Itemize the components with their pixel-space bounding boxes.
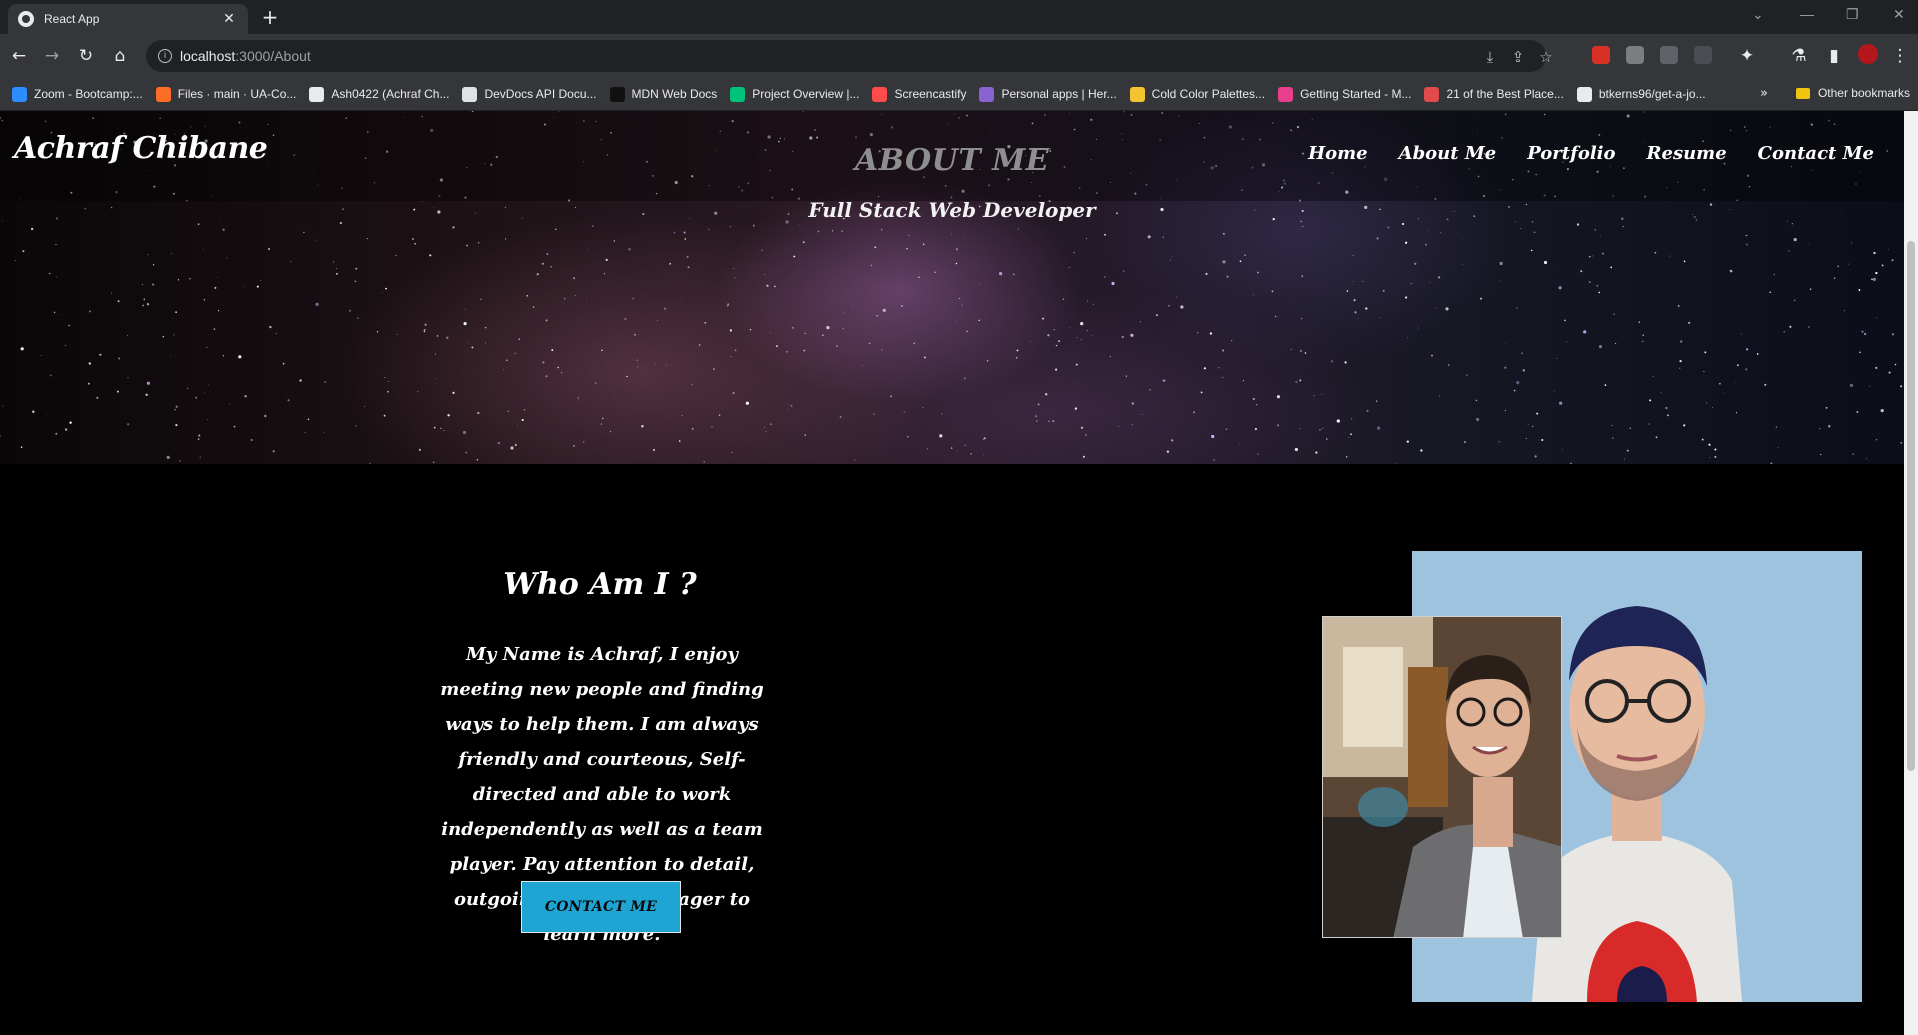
nav-link-about[interactable]: About Me — [1399, 143, 1497, 164]
scrollbar-thumb[interactable] — [1907, 241, 1915, 771]
bookmark-favicon-icon — [979, 86, 995, 102]
extension-icon[interactable] — [1626, 46, 1644, 64]
bookmark-label: DevDocs API Docu... — [484, 87, 597, 101]
other-bookmarks-label: Other bookmarks — [1817, 86, 1910, 100]
bookmark-favicon-icon — [872, 86, 888, 102]
minimize-button[interactable]: — — [1800, 6, 1814, 22]
extension-icon[interactable] — [1660, 46, 1678, 64]
tab-title: React App — [44, 12, 100, 26]
bookmark-label: Cold Color Palettes... — [1151, 87, 1266, 101]
bookmark-item[interactable]: Screencastify — [872, 86, 967, 102]
bookmark-item[interactable]: Project Overview |... — [730, 86, 860, 102]
bookmark-item[interactable]: Cold Color Palettes... — [1129, 86, 1266, 102]
bookmark-label: Personal apps | Her... — [1001, 87, 1117, 101]
bookmark-favicon-icon — [1576, 86, 1592, 102]
bookmark-item[interactable]: Zoom - Bootcamp:... — [12, 86, 143, 102]
bookmark-label: Getting Started - M... — [1300, 87, 1412, 101]
bookmark-favicon-icon — [309, 86, 325, 102]
bookmark-label: Files · main · UA-Co... — [177, 87, 297, 101]
vertical-scrollbar[interactable] — [1904, 111, 1918, 1035]
restore-button[interactable]: ❐ — [1846, 6, 1859, 23]
selfie-photo — [1322, 616, 1562, 938]
back-arrow-icon[interactable]: ← — [7, 44, 31, 68]
react-favicon-icon — [18, 11, 34, 27]
nav-link-portfolio[interactable]: Portfolio — [1527, 143, 1615, 164]
profile-avatar-icon[interactable] — [1858, 44, 1878, 64]
home-icon[interactable]: ⌂ — [108, 44, 132, 68]
bookmark-favicon-icon — [609, 86, 625, 102]
bookmark-item[interactable]: btkerns96/get-a-jo... — [1576, 86, 1706, 102]
address-bar[interactable]: i localhost:3000/About ⤓ ⇪ ☆ — [146, 40, 1553, 72]
bookmark-label: 21 of the Best Place... — [1446, 87, 1564, 101]
bookmark-label: btkerns96/get-a-jo... — [1598, 87, 1706, 101]
bookmarks-bar: Zoom - Bootcamp:... Files · main · UA-Co.… — [0, 78, 1918, 111]
who-am-i-heading: Who Am I ? — [503, 567, 697, 602]
page-viewport: Achraf Chibane ABOUT ME Full Stack Web D… — [0, 111, 1904, 1035]
labs-flask-icon[interactable]: ⚗ — [1787, 44, 1811, 68]
nav-link-contact[interactable]: Contact Me — [1758, 143, 1874, 164]
bookmark-label: Project Overview |... — [752, 87, 860, 101]
page-subtitle: Full Stack Web Developer — [808, 198, 1096, 222]
main-nav: Home About Me Portfolio Resume Contact M… — [1277, 143, 1874, 164]
bookmark-label: Ash0422 (Achraf Ch... — [331, 87, 450, 101]
tab-close-icon[interactable]: ✕ — [220, 11, 238, 27]
bookmark-favicon-icon — [1129, 86, 1145, 102]
bookmark-item[interactable]: Files · main · UA-Co... — [155, 86, 297, 102]
install-app-icon[interactable]: ⤓ — [1480, 48, 1500, 66]
kebab-menu-icon[interactable]: ⋮ — [1888, 44, 1912, 68]
nav-link-resume[interactable]: Resume — [1647, 143, 1727, 164]
hero-banner: Achraf Chibane ABOUT ME Full Stack Web D… — [0, 111, 1904, 464]
site-info-icon[interactable]: i — [158, 49, 172, 63]
bookmark-favicon-icon — [1424, 86, 1440, 102]
reload-icon[interactable]: ↻ — [74, 44, 98, 68]
extension-badge-icon[interactable] — [1592, 46, 1610, 64]
nav-link-home[interactable]: Home — [1308, 143, 1368, 164]
browser-chrome: React App ✕ + ⌄ — ❐ ✕ ← → ↻ ⌂ i localhos… — [0, 0, 1918, 111]
bookmark-item[interactable]: DevDocs API Docu... — [462, 86, 597, 102]
browser-toolbar: ← → ↻ ⌂ i localhost:3000/About ⤓ ⇪ ☆ ✦ ⚗… — [0, 34, 1918, 78]
share-icon[interactable]: ⇪ — [1508, 48, 1528, 66]
contact-me-button[interactable]: CONTACT ME — [521, 881, 681, 933]
bookmark-item[interactable]: Personal apps | Her... — [979, 86, 1117, 102]
puzzle-extensions-icon[interactable]: ✦ — [1735, 44, 1759, 68]
bookmark-item[interactable]: 21 of the Best Place... — [1424, 86, 1564, 102]
tab-react-app[interactable]: React App ✕ — [8, 4, 248, 34]
bookmark-item[interactable]: Ash0422 (Achraf Ch... — [309, 86, 450, 102]
bookmark-star-icon[interactable]: ☆ — [1536, 48, 1556, 66]
bookmark-item[interactable]: Getting Started - M... — [1278, 86, 1412, 102]
folder-icon — [1795, 87, 1810, 99]
bookmark-favicon-icon — [155, 86, 171, 102]
bookmark-label: MDN Web Docs — [631, 87, 718, 101]
bookmark-favicon-icon — [12, 86, 27, 102]
other-bookmarks-folder[interactable]: Other bookmarks — [1795, 86, 1910, 100]
tab-search-icon[interactable]: ⌄ — [1752, 6, 1764, 23]
bookmark-favicon-icon — [462, 86, 478, 102]
tab-strip: React App ✕ + ⌄ — ❐ ✕ — [0, 0, 1918, 34]
bookmark-label: Zoom - Bootcamp:... — [34, 87, 143, 101]
bookmark-item[interactable]: MDN Web Docs — [609, 86, 718, 102]
extension-icon[interactable] — [1694, 46, 1712, 64]
bookmarks-overflow-icon[interactable]: » — [1760, 86, 1768, 101]
bookmark-favicon-icon — [730, 86, 746, 102]
url-text: localhost:3000/About — [180, 48, 311, 64]
close-window-button[interactable]: ✕ — [1893, 6, 1905, 23]
new-tab-button[interactable]: + — [258, 6, 282, 30]
forward-arrow-icon[interactable]: → — [40, 44, 64, 68]
bookmark-label: Screencastify — [894, 87, 967, 101]
side-panel-icon[interactable]: ▮ — [1822, 44, 1846, 68]
bookmark-favicon-icon — [1278, 86, 1294, 102]
